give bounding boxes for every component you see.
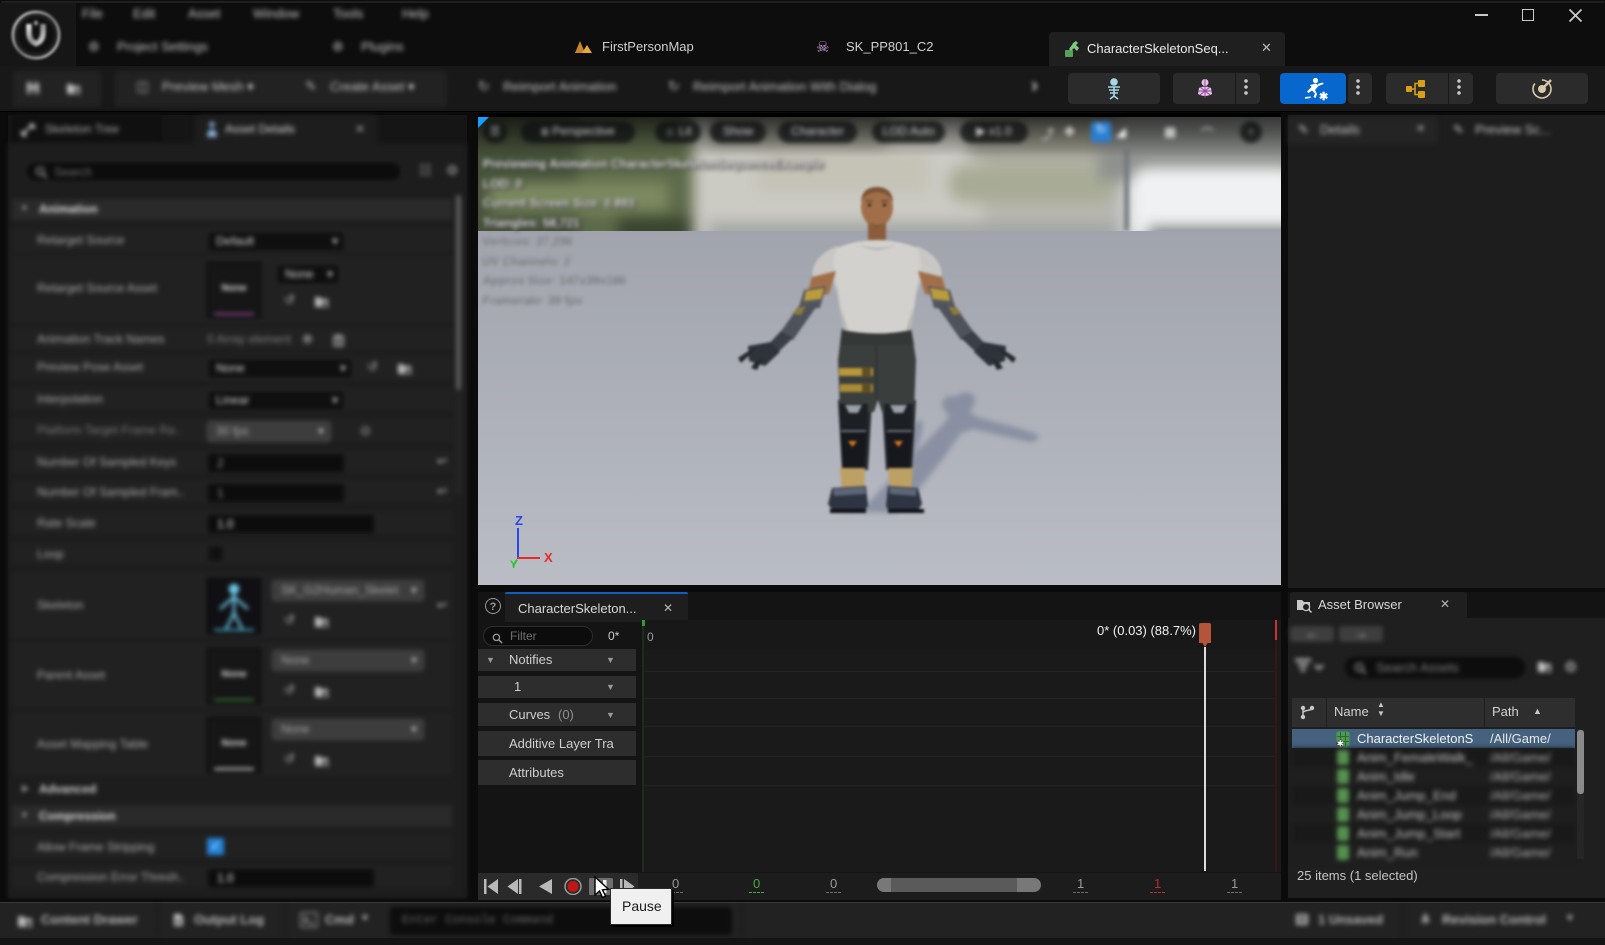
svg-text:✱: ✱ — [1319, 91, 1328, 101]
svg-text:✱: ✱ — [1337, 738, 1344, 747]
